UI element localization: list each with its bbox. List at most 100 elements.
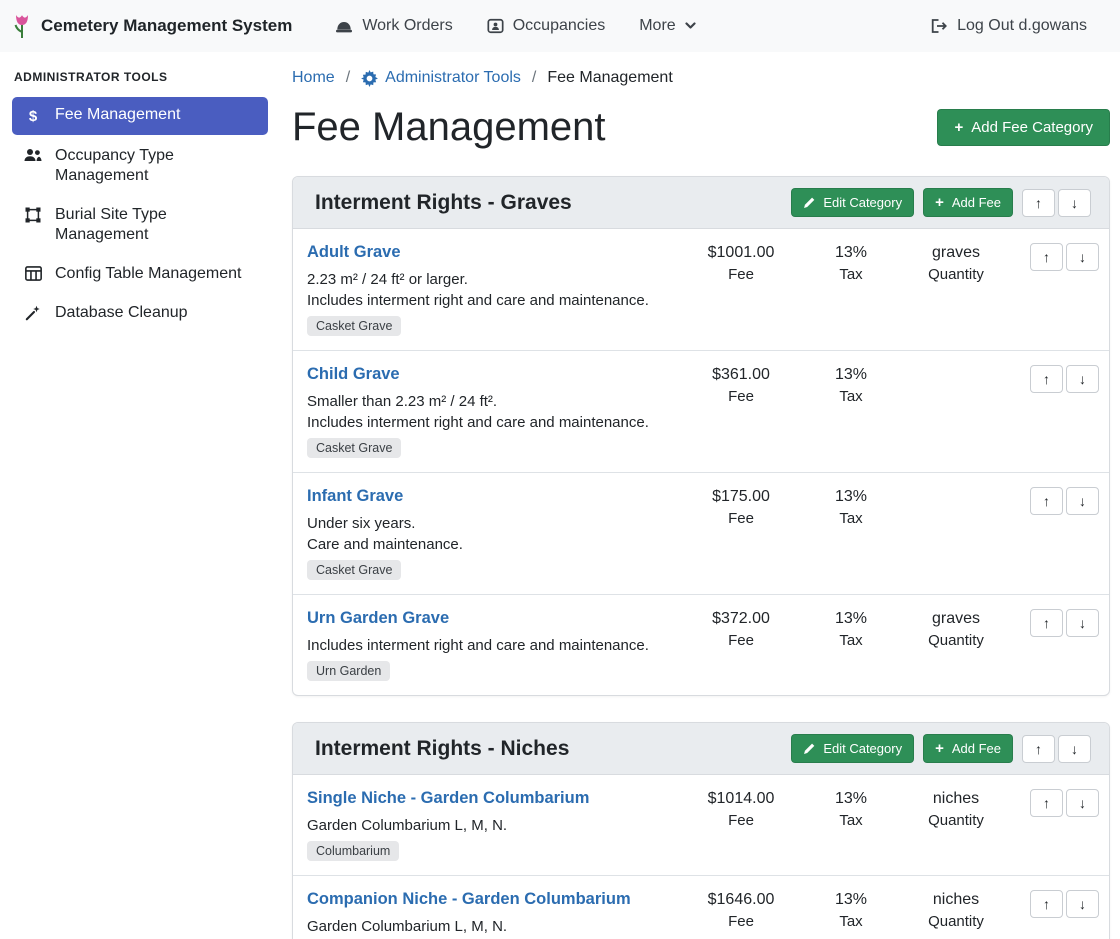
arrow-down-icon: ↓ xyxy=(1079,896,1086,912)
sidebar-item-occupancy-type-management[interactable]: Occupancy Type Management xyxy=(12,138,268,194)
move-fee-down-button[interactable]: ↓ xyxy=(1066,487,1099,515)
fee-name-link[interactable]: Single Niche - Garden Columbarium xyxy=(307,789,589,808)
move-fee-up-button[interactable]: ↑ xyxy=(1030,789,1063,817)
move-fee-down-button[interactable]: ↓ xyxy=(1066,609,1099,637)
fee-row: Single Niche - Garden Columbarium Garden… xyxy=(293,775,1109,876)
fee-quantity: graves Quantity xyxy=(901,609,1011,681)
fee-description: Includes interment right and care and ma… xyxy=(307,637,681,654)
fee-amount-label: Fee xyxy=(681,388,801,405)
fee-amount-label: Fee xyxy=(681,812,801,829)
sidebar-item-config-table-management[interactable]: Config Table Management xyxy=(12,256,268,292)
add-fee-label: Add Fee xyxy=(952,741,1001,756)
fee-name-link[interactable]: Companion Niche - Garden Columbarium xyxy=(307,890,631,909)
arrow-down-icon: ↓ xyxy=(1079,493,1086,509)
edit-category-button[interactable]: Edit Category xyxy=(791,734,914,763)
fee-tax-label: Tax xyxy=(801,388,901,405)
arrow-up-icon: ↑ xyxy=(1043,249,1050,265)
move-fee-down-button[interactable]: ↓ xyxy=(1066,365,1099,393)
arrow-down-icon: ↓ xyxy=(1079,615,1086,631)
fee-row: Companion Niche - Garden Columbarium Gar… xyxy=(293,876,1109,939)
breadcrumb-current: Fee Management xyxy=(547,69,672,87)
move-fee-up-button[interactable]: ↑ xyxy=(1030,487,1063,515)
move-fee-up-button[interactable]: ↑ xyxy=(1030,890,1063,918)
fee-amount-value: $372.00 xyxy=(681,610,801,628)
sidebar-item-fee-management[interactable]: $ Fee Management xyxy=(12,97,268,135)
fee-tax: 13% Tax xyxy=(801,365,901,458)
fee-row: Child Grave Smaller than 2.23 m² / 24 ft… xyxy=(293,351,1109,473)
fee-amount: $1014.00 Fee xyxy=(681,789,801,861)
logout-icon xyxy=(930,18,948,34)
move-category-up-button[interactable]: ↑ xyxy=(1022,735,1055,763)
move-category-down-button[interactable]: ↓ xyxy=(1058,189,1091,217)
nav-more-label: More xyxy=(639,17,675,35)
add-fee-button[interactable]: + Add Fee xyxy=(923,734,1013,763)
fee-name-link[interactable]: Urn Garden Grave xyxy=(307,609,449,628)
arrow-up-icon: ↑ xyxy=(1043,493,1050,509)
fee-name-link[interactable]: Adult Grave xyxy=(307,243,401,262)
logout-button[interactable]: Log Out d.gowans xyxy=(930,17,1087,35)
fee-amount-label: Fee xyxy=(681,632,801,649)
fee-amount-value: $175.00 xyxy=(681,488,801,506)
nav-work-orders[interactable]: Work Orders xyxy=(335,17,452,35)
fee-quantity: niches Quantity xyxy=(901,890,1011,939)
fee-amount-value: $1646.00 xyxy=(681,891,801,909)
move-category-down-button[interactable]: ↓ xyxy=(1058,735,1091,763)
fee-reorder-group: ↑ ↓ xyxy=(1011,487,1099,580)
fee-tax-value: 13% xyxy=(801,790,901,808)
move-fee-up-button[interactable]: ↑ xyxy=(1030,365,1063,393)
fee-type-badge: Casket Grave xyxy=(307,316,401,336)
edit-category-button[interactable]: Edit Category xyxy=(791,188,914,217)
people-icon xyxy=(24,148,42,162)
fee-type-badge: Casket Grave xyxy=(307,438,401,458)
breadcrumb: Home / Administrator Tools / Fee Managem… xyxy=(292,69,1110,87)
fee-amount-label: Fee xyxy=(681,510,801,527)
sidebar-item-burial-site-type-management[interactable]: Burial Site Type Management xyxy=(12,197,268,253)
fee-name-link[interactable]: Infant Grave xyxy=(307,487,403,506)
fee-amount: $175.00 Fee xyxy=(681,487,801,580)
app-brand[interactable]: Cemetery Management System xyxy=(12,13,292,40)
fee-row: Infant Grave Under six years. Care and m… xyxy=(293,473,1109,595)
chevron-down-icon xyxy=(685,22,696,30)
add-fee-button[interactable]: + Add Fee xyxy=(923,188,1013,217)
move-fee-up-button[interactable]: ↑ xyxy=(1030,609,1063,637)
category-title: Interment Rights - Graves xyxy=(315,191,782,215)
breadcrumb-home-link[interactable]: Home xyxy=(292,69,335,87)
add-fee-category-button[interactable]: + Add Fee Category xyxy=(937,109,1110,146)
fee-quantity: niches Quantity xyxy=(901,789,1011,861)
fee-description: Garden Columbarium L, M, N. xyxy=(307,817,681,834)
fee-quantity-label: Quantity xyxy=(901,913,1011,930)
fee-main: Urn Garden Grave Includes interment righ… xyxy=(307,609,681,681)
add-fee-label: Add Fee xyxy=(952,195,1001,210)
nav-more[interactable]: More xyxy=(639,17,695,35)
edit-category-label: Edit Category xyxy=(823,741,902,756)
fee-reorder-group: ↑ ↓ xyxy=(1011,243,1099,336)
arrow-up-icon: ↑ xyxy=(1043,615,1050,631)
move-category-up-button[interactable]: ↑ xyxy=(1022,189,1055,217)
move-fee-down-button[interactable]: ↓ xyxy=(1066,243,1099,271)
magic-wand-icon xyxy=(24,305,42,321)
fee-tax-label: Tax xyxy=(801,913,901,930)
sidebar-heading: ADMINISTRATOR TOOLS xyxy=(0,62,280,94)
nav-occupancies[interactable]: Occupancies xyxy=(487,17,606,35)
breadcrumb-admin-tools-link[interactable]: Administrator Tools xyxy=(361,69,521,87)
arrow-up-icon: ↑ xyxy=(1035,195,1042,211)
move-fee-up-button[interactable]: ↑ xyxy=(1030,243,1063,271)
fee-category-card: Interment Rights - Niches Edit Category … xyxy=(292,722,1110,939)
vector-square-icon xyxy=(24,207,42,223)
fee-type-badge: Columbarium xyxy=(307,841,399,861)
fee-name-link[interactable]: Child Grave xyxy=(307,365,400,384)
fee-tax: 13% Tax xyxy=(801,890,901,939)
dollar-icon: $ xyxy=(24,107,42,127)
fee-amount-value: $1014.00 xyxy=(681,790,801,808)
fee-reorder-group: ↑ ↓ xyxy=(1011,789,1099,861)
fee-description: Smaller than 2.23 m² / 24 ft². xyxy=(307,393,681,410)
move-fee-down-button[interactable]: ↓ xyxy=(1066,890,1099,918)
fee-type-badge: Urn Garden xyxy=(307,661,390,681)
fee-main: Adult Grave 2.23 m² / 24 ft² or larger. … xyxy=(307,243,681,336)
fee-amount: $372.00 Fee xyxy=(681,609,801,681)
fee-tax-value: 13% xyxy=(801,488,901,506)
move-fee-down-button[interactable]: ↓ xyxy=(1066,789,1099,817)
fee-description: Includes interment right and care and ma… xyxy=(307,414,681,431)
sidebar-item-database-cleanup[interactable]: Database Cleanup xyxy=(12,295,268,331)
arrow-down-icon: ↓ xyxy=(1079,249,1086,265)
